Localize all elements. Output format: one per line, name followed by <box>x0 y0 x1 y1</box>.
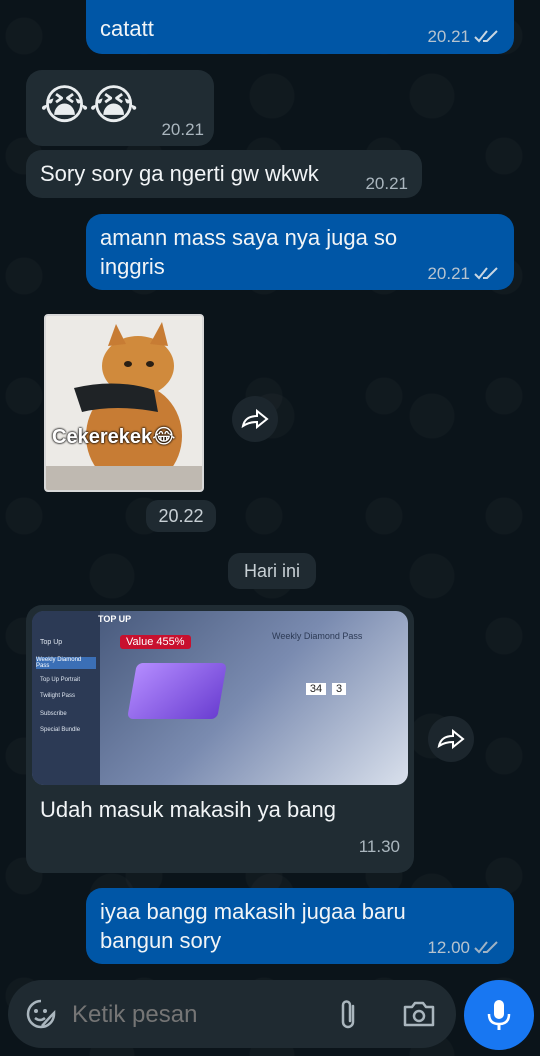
attach-icon[interactable] <box>336 998 360 1032</box>
screenshot-value-label: Value <box>126 636 154 648</box>
date-divider: Hari ini <box>228 553 316 589</box>
cat-sticker-image <box>46 316 202 490</box>
sticker-caption: Cekerekek😂 <box>52 426 176 448</box>
screenshot-menu-0: Top Up <box>40 639 63 646</box>
forward-button[interactable] <box>232 396 278 442</box>
message-time: 20.21 <box>161 120 204 139</box>
incoming-message[interactable]: Sory sory ga ngerti gw wkwk 20.21 <box>26 150 422 198</box>
emoji-text: 😭😭 <box>40 81 139 128</box>
double-check-icon <box>474 30 498 43</box>
screenshot-panel-title: Weekly Diamond Pass <box>272 631 363 641</box>
incoming-message[interactable]: 😭😭 20.21 <box>26 70 214 146</box>
voice-record-button[interactable] <box>464 980 534 1050</box>
screenshot-top-up: TOP UP <box>98 614 132 624</box>
message-time-text: 20.21 <box>427 27 470 46</box>
message-time: 11.30 <box>358 837 400 856</box>
outgoing-message[interactable]: iyaa bangg makasih jugaa baru bangun sor… <box>86 888 514 964</box>
message-input[interactable] <box>70 996 314 1034</box>
forward-button[interactable] <box>428 716 474 762</box>
camera-icon[interactable] <box>402 1000 436 1028</box>
screenshot-count-a: 34 <box>306 683 326 695</box>
message-time: 20.21 <box>427 27 500 47</box>
game-screenshot[interactable]: TOP UP Value 455% Top Up Weekly Diamond … <box>32 611 408 785</box>
screenshot-value-badge: Value 455% <box>120 635 191 649</box>
message-text: catatt <box>100 16 154 41</box>
message-time-text: 20.21 <box>427 264 470 283</box>
message-text: Udah masuk makasih ya bang <box>40 797 336 822</box>
screenshot-menu-5: Special Bundle <box>40 727 81 733</box>
mic-icon <box>487 1000 511 1030</box>
incoming-image-message[interactable]: TOP UP Value 455% Top Up Weekly Diamond … <box>26 605 414 873</box>
message-text: iyaa bangg makasih jugaa baru bangun sor… <box>100 899 406 953</box>
forward-icon <box>241 408 269 430</box>
sticker-icon[interactable] <box>26 999 56 1029</box>
screenshot-percent: 455% <box>156 636 185 648</box>
screenshot-menu-2: Top Up Portrait <box>40 677 81 683</box>
screenshot-count-b: 3 <box>332 683 346 695</box>
sticker-message[interactable]: Cekerekek😂 <box>44 314 204 492</box>
message-input-bar[interactable] <box>8 980 456 1048</box>
screenshot-chest <box>127 663 227 719</box>
message-time: 12.00 <box>427 938 500 958</box>
screenshot-menu-1: Weekly Diamond Pass <box>36 657 96 669</box>
forward-icon <box>437 728 465 750</box>
outgoing-message[interactable]: catatt 20.21 <box>86 0 514 54</box>
message-time: 20.21 <box>427 264 500 284</box>
message-time: 20.21 <box>365 174 408 193</box>
double-check-icon <box>474 941 498 954</box>
message-time-text: 12.00 <box>427 938 470 957</box>
message-text: amann mass saya nya juga so inggris <box>100 225 398 279</box>
screenshot-menu-3: Twilight Pass <box>40 693 76 699</box>
double-check-icon <box>474 267 498 280</box>
screenshot-menu-4: Subscribe <box>40 711 67 717</box>
message-text: Sory sory ga ngerti gw wkwk <box>40 161 319 186</box>
outgoing-message[interactable]: amann mass saya nya juga so inggris 20.2… <box>86 214 514 290</box>
message-time-pill: 20.22 <box>146 500 216 532</box>
